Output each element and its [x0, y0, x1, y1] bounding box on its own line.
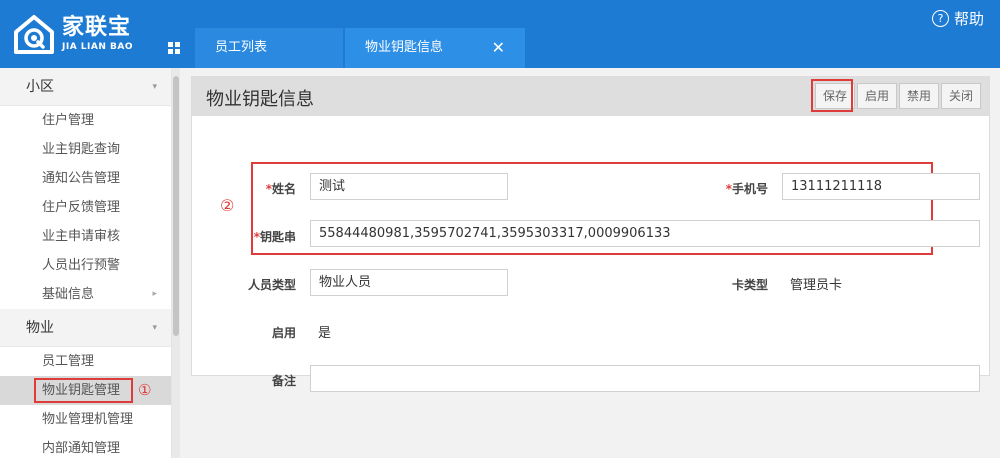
- sidebar-item-feedback-management[interactable]: 住户反馈管理: [0, 193, 171, 222]
- sidebar-item-label: 基础信息: [42, 287, 95, 302]
- sidebar-item-travel-warning[interactable]: 人员出行预警: [0, 251, 171, 280]
- enable-button[interactable]: 启用: [856, 83, 897, 109]
- tab-label: 员工列表: [215, 40, 268, 55]
- annotation-step-2: ②: [220, 196, 235, 215]
- keystring-input[interactable]: 55844480981,3595702741,3595303317,000990…: [310, 220, 980, 247]
- chevron-right-icon: ▸: [152, 289, 157, 299]
- sidebar-group-label: 物业: [26, 320, 54, 336]
- enabled-value: 是: [318, 326, 332, 341]
- sidebar-item-property-terminal-management[interactable]: 物业管理机管理: [0, 405, 171, 434]
- tab-employee-list[interactable]: 员工列表: [195, 28, 343, 68]
- name-label: *姓名: [265, 182, 296, 196]
- chevron-down-icon: ▾: [152, 323, 157, 333]
- sidebar-item-internal-notice-management[interactable]: 内部通知管理: [0, 434, 171, 458]
- logo[interactable]: 家联宝 JIA LIAN BAO: [12, 10, 133, 58]
- tab-bar: 员工列表 物业钥匙信息 ✕: [155, 28, 525, 68]
- logo-subtitle: JIA LIAN BAO: [62, 41, 133, 52]
- sidebar-group-community[interactable]: 小区 ▾: [0, 68, 171, 106]
- close-icon[interactable]: ✕: [492, 28, 505, 68]
- phone-input[interactable]: 13111211118: [782, 173, 980, 200]
- annotation-step-1: ①: [138, 381, 152, 399]
- name-input[interactable]: 测试: [310, 173, 508, 200]
- sidebar-group-label: 小区: [26, 79, 54, 95]
- phone-label: *手机号: [725, 182, 768, 196]
- annotation-highlight-box: [810, 79, 853, 112]
- help-icon: ?: [931, 10, 949, 27]
- remark-input[interactable]: [310, 365, 980, 392]
- enabled-label: 启用: [271, 326, 296, 340]
- card-type-label: 卡类型: [731, 278, 768, 292]
- page-title: 物业钥匙信息: [206, 89, 314, 110]
- chevron-down-icon: ▾: [152, 82, 157, 92]
- close-button[interactable]: 关闭: [940, 83, 981, 109]
- sidebar-item-owner-key-query[interactable]: 业主钥匙查询: [0, 135, 171, 164]
- house-logo-icon: [12, 12, 56, 56]
- person-type-label: 人员类型: [247, 278, 296, 292]
- logo-name: 家联宝: [62, 14, 132, 40]
- sidebar-item-employee-management[interactable]: 员工管理: [0, 347, 171, 376]
- save-button[interactable]: 保存: [810, 79, 855, 112]
- sidebar-item-basic-info[interactable]: 基础信息 ▸: [0, 280, 171, 309]
- sidebar-item-property-key-management[interactable]: 物业钥匙管理 ①: [0, 376, 171, 405]
- sidebar: 小区 ▾ 住户管理 业主钥匙查询 通知公告管理 住户反馈管理 业主申请审核 人员…: [0, 68, 172, 458]
- disable-button[interactable]: 禁用: [898, 83, 939, 109]
- person-type-select[interactable]: 物业人员: [310, 269, 508, 296]
- sidebar-item-resident-management[interactable]: 住户管理: [0, 106, 171, 135]
- help-label: 帮助: [953, 10, 984, 28]
- keystring-label: *钥匙串: [253, 230, 296, 244]
- sidebar-scrollbar[interactable]: [172, 68, 180, 458]
- scrollbar-thumb[interactable]: [173, 76, 179, 336]
- panel-header: 物业钥匙信息 ③ 保存 启用 禁用 关闭: [192, 77, 989, 116]
- help-link[interactable]: ? 帮助: [931, 8, 984, 29]
- grid-menu-icon[interactable]: [155, 28, 193, 68]
- key-info-panel: 物业钥匙信息 ③ 保存 启用 禁用 关闭 ② *姓名 测试 *手机号 13111…: [191, 76, 990, 392]
- toolbar: 保存 启用 禁用 关闭: [810, 79, 981, 112]
- annotation-highlight-box: [34, 378, 133, 403]
- sidebar-item-owner-application-review[interactable]: 业主申请审核: [0, 222, 171, 251]
- card-type-value: 管理员卡: [790, 278, 843, 293]
- remark-label: 备注: [271, 374, 296, 388]
- top-bar: 家联宝 JIA LIAN BAO 员工列表 物业钥匙信息 ✕ ? 帮助: [0, 0, 1000, 68]
- sidebar-group-property[interactable]: 物业 ▾: [0, 309, 171, 347]
- tab-property-key-info[interactable]: 物业钥匙信息 ✕: [345, 28, 525, 68]
- sidebar-item-notice-management[interactable]: 通知公告管理: [0, 164, 171, 193]
- tab-label: 物业钥匙信息: [365, 40, 444, 55]
